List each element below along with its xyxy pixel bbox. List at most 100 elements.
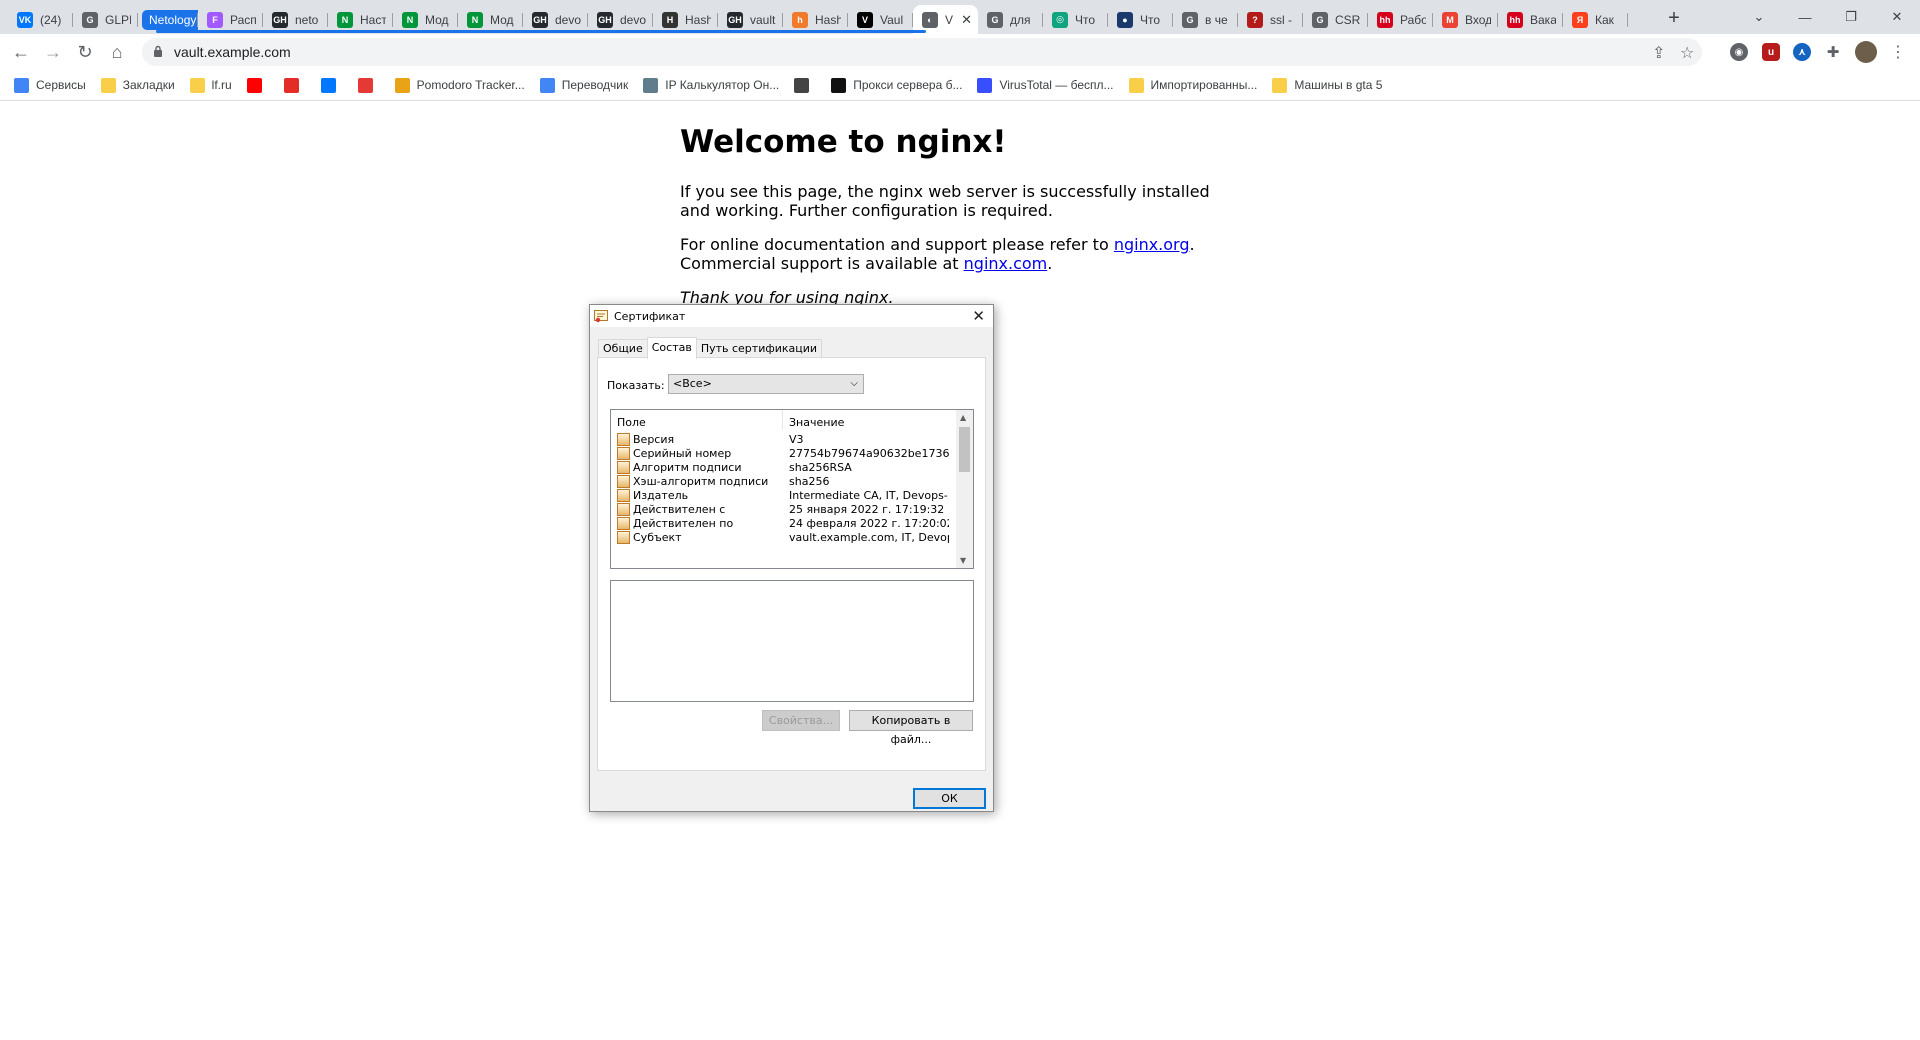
translate-icon: [539, 77, 555, 93]
github-icon: GH: [532, 11, 548, 28]
tab-search-chevron-icon[interactable]: ⌄: [1736, 0, 1782, 34]
browser-tab[interactable]: VK (24): [8, 5, 73, 34]
extension-icon-3[interactable]: ⋏: [1793, 43, 1811, 61]
bookmark-item[interactable]: Прокси сервера б...: [831, 77, 963, 93]
hh-icon: hh: [1377, 11, 1393, 28]
fields-scrollbar[interactable]: ▲ ▼: [956, 410, 973, 568]
scroll-thumb[interactable]: [959, 427, 970, 472]
browser-tab[interactable]: ● Что: [1108, 5, 1173, 34]
browser-toolbar: ← → ↻ ⌂ vault.example.com ⇪ ☆ ◉ u ⋏ ✚ ⋮: [0, 34, 1920, 70]
bookmark-item[interactable]: lf.ru: [189, 77, 232, 93]
tab-title: Рабо: [1400, 12, 1426, 27]
url-text[interactable]: vault.example.com: [174, 44, 291, 60]
dialog-tab[interactable]: Общие: [598, 339, 648, 357]
tab-group-label[interactable]: Netology: [142, 9, 198, 30]
bookmark-item[interactable]: [357, 77, 380, 93]
docs-dot: .: [1189, 235, 1195, 254]
back-button[interactable]: ←: [9, 40, 33, 64]
extension-icon-1[interactable]: ◉: [1730, 43, 1748, 61]
bookmark-label: Машины в gta 5: [1294, 78, 1383, 92]
copy-to-file-button[interactable]: Копировать в файл...: [849, 710, 973, 746]
chevron-down-icon: ⌵: [850, 378, 858, 389]
bookmark-item[interactable]: Закладки: [100, 77, 175, 93]
tab-title: Что: [1075, 12, 1096, 27]
bookmark-item[interactable]: VirusTotal — беспл...: [977, 77, 1114, 93]
field-row[interactable]: Субъект vault.example.com, IT, Devop...: [617, 529, 957, 546]
column-field-header[interactable]: Поле: [617, 416, 646, 429]
bookmark-item[interactable]: Импортированны...: [1128, 77, 1257, 93]
dialog-close-icon[interactable]: ✕: [972, 307, 985, 325]
intro-paragraph: If you see this page, the nginx web serv…: [680, 182, 1210, 220]
column-value-header[interactable]: Значение: [789, 416, 844, 429]
bookmark-item[interactable]: [320, 77, 343, 93]
bookmark-item[interactable]: [283, 77, 306, 93]
browser-tab[interactable]: G GLPI: [73, 5, 138, 34]
browser-tab[interactable]: Gв че: [1173, 5, 1238, 34]
window-close-button[interactable]: ✕: [1874, 0, 1920, 34]
reload-button[interactable]: ↻: [73, 40, 97, 64]
question-icon: ?: [1247, 11, 1263, 28]
github-icon: GH: [272, 11, 288, 28]
browser-tab[interactable]: Я Как: [1563, 5, 1628, 34]
tab-title: GLPI: [105, 12, 131, 27]
nginx-icon: N: [402, 11, 418, 28]
bookmark-star-icon[interactable]: ☆: [1680, 43, 1694, 63]
bookmark-label: Прокси сервера б...: [853, 78, 963, 92]
bookmark-label: lf.ru: [211, 78, 232, 92]
tab-title: Hash: [685, 12, 711, 27]
nginx-org-link[interactable]: nginx.org: [1114, 235, 1190, 254]
field-detail-box[interactable]: [610, 580, 974, 702]
show-dropdown[interactable]: <Все> ⌵: [668, 374, 864, 394]
new-tab-button[interactable]: +: [1662, 7, 1686, 30]
extensions-puzzle-icon[interactable]: ✚: [1824, 43, 1842, 61]
tab-title: Вход: [1465, 12, 1491, 27]
bookmark-item[interactable]: [246, 77, 269, 93]
menu-kebab-icon[interactable]: ⋮: [1886, 40, 1910, 64]
home-button[interactable]: ⌂: [105, 40, 129, 64]
alert-icon: [357, 77, 373, 93]
tab-title: devo: [620, 12, 646, 27]
bookmark-item[interactable]: Pomodoro Tracker...: [394, 77, 525, 93]
browser-tab[interactable]: Gдля: [978, 5, 1043, 34]
properties-button[interactable]: Свойства...: [762, 710, 840, 731]
tab-close-icon[interactable]: ✕: [961, 12, 972, 28]
ublock-icon[interactable]: u: [1762, 43, 1780, 61]
nginx-com-link[interactable]: nginx.com: [964, 254, 1048, 273]
restore-button[interactable]: ❐: [1828, 0, 1874, 34]
youtube-music-icon: [283, 77, 299, 93]
bookmark-item[interactable]: Переводчик: [539, 77, 629, 93]
bookmark-item[interactable]: Машины в gta 5: [1272, 77, 1383, 93]
tab-title: neto: [295, 12, 319, 27]
address-bar[interactable]: vault.example.com ⇪ ☆: [142, 38, 1702, 66]
docs-text: For online documentation and support ple…: [680, 235, 1114, 254]
ok-button[interactable]: ОК: [913, 788, 986, 809]
minimize-button[interactable]: —: [1782, 0, 1828, 34]
scroll-up-icon[interactable]: ▲: [960, 413, 966, 422]
bookmark-item[interactable]: IP Калькулятор Он...: [643, 77, 779, 93]
column-divider[interactable]: [782, 410, 783, 430]
chatgpt-icon: ◎: [1052, 11, 1068, 28]
scroll-down-icon[interactable]: ▼: [960, 556, 966, 565]
lock-icon[interactable]: [153, 45, 163, 57]
github-icon: GH: [597, 11, 613, 28]
bookmark-label: Сервисы: [36, 78, 86, 92]
browser-tab[interactable]: G CSR: [1303, 5, 1368, 34]
browser-tab[interactable]: ? ssl -: [1238, 5, 1303, 34]
share-icon[interactable]: ⇪: [1652, 43, 1665, 63]
browser-tab[interactable]: ◎ Что: [1043, 5, 1108, 34]
terminal-icon: [831, 77, 847, 93]
bookmark-item[interactable]: [794, 77, 816, 93]
dialog-titlebar[interactable]: Сертификат ✕: [590, 305, 993, 327]
browser-tab[interactable]: hh Вака: [1498, 5, 1563, 34]
github-icon: GH: [727, 11, 743, 28]
forward-button[interactable]: →: [41, 40, 65, 64]
browser-tab[interactable]: hh Рабо: [1368, 5, 1433, 34]
bookmark-label: Pomodoro Tracker...: [416, 78, 525, 92]
dialog-tab[interactable]: Путь сертификации: [695, 339, 823, 357]
browser-tab[interactable]: M Вход: [1433, 5, 1498, 34]
profile-avatar[interactable]: [1855, 41, 1877, 63]
bookmark-label: Переводчик: [561, 78, 629, 92]
dialog-tab[interactable]: Состав: [646, 337, 697, 359]
bookmark-item[interactable]: Сервисы: [14, 77, 86, 93]
globe-icon: [794, 77, 810, 93]
